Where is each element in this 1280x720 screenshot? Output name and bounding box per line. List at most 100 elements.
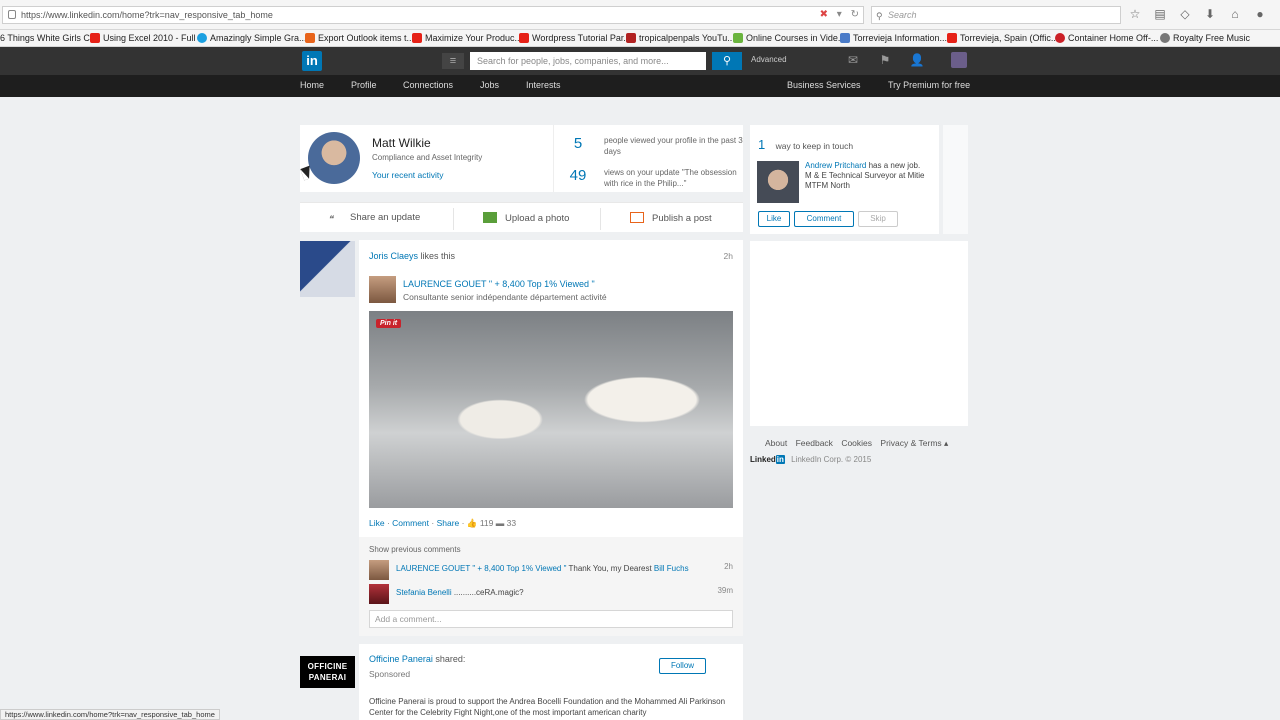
pinterest-icon [1055, 33, 1065, 43]
footer-feedback-link[interactable]: Feedback [796, 438, 833, 448]
bookmark-item[interactable]: Using Excel 2010 - Full ... [90, 32, 206, 45]
like-button[interactable]: Like [369, 518, 385, 528]
recent-activity-link[interactable]: Your recent activity [372, 170, 444, 180]
update-views-stat[interactable]: 49 views on your update "The obsession w… [566, 167, 742, 197]
follow-button[interactable]: Follow [659, 658, 706, 674]
likes-count[interactable]: 👍 119 [467, 518, 494, 528]
commenter-name[interactable]: Stefania Benelli [396, 588, 452, 597]
profile-name[interactable]: Matt Wilkie [372, 136, 431, 150]
browser-search-placeholder: Search [888, 10, 917, 20]
commenter-avatar[interactable] [369, 584, 389, 604]
comments-count[interactable]: ▬ 33 [496, 518, 516, 528]
tab-jobs[interactable]: Jobs [480, 80, 499, 90]
comment-button[interactable]: Comment [392, 518, 429, 528]
feed-header: Joris Claeys likes this [369, 251, 455, 261]
browser-search-box[interactable]: ⚲ Search [871, 6, 1121, 24]
footer-privacy-link[interactable]: Privacy & Terms ▴ [880, 438, 948, 448]
url-controls: ✖ ▾ ↻ [814, 7, 859, 23]
profile-photo[interactable] [308, 132, 360, 184]
update-views-count: 49 [569, 167, 587, 184]
chat-icon[interactable]: ● [1253, 7, 1267, 21]
footer-about-link[interactable]: About [765, 438, 787, 448]
pocket-icon[interactable]: ◇ [1178, 7, 1192, 21]
company-name-link[interactable]: Officine Panerai [369, 654, 433, 664]
bookmark-item[interactable]: Wordpress Tutorial Par... [519, 32, 631, 45]
post-author-link[interactable]: LAURENCE GOUET " + 8,400 Top 1% Viewed " [403, 279, 595, 289]
reload-icon[interactable]: ↻ [851, 9, 859, 20]
tab-home[interactable]: Home [300, 80, 324, 90]
bookmark-item[interactable]: Container Home Off-... [1055, 32, 1158, 45]
connection-avatar[interactable] [757, 161, 799, 203]
bookmark-item[interactable]: tropicalpenpals YouTu... [626, 32, 735, 45]
company-logo[interactable]: OFFICINE PANERAI [300, 656, 355, 688]
browser-status-bar: https://www.linkedin.com/home?trk=nav_re… [0, 709, 220, 720]
bookmark-item[interactable]: Torrevieja, Spain (Offic... [947, 32, 1058, 45]
sponsor-action: shared: [435, 654, 466, 664]
star-icon[interactable]: ☆ [1128, 7, 1142, 21]
mentioned-user[interactable]: Bill Fuchs [654, 564, 689, 573]
show-previous-comments-link[interactable]: Show previous comments [369, 545, 461, 554]
search-icon: ⚲ [876, 11, 883, 21]
account-avatar[interactable] [951, 52, 967, 68]
connection-name-link[interactable]: Andrew Pritchard [805, 161, 866, 170]
stop-icon[interactable]: ✖ [820, 9, 828, 20]
share-update-button[interactable]: ❝ Share an update [328, 212, 420, 225]
browser-toolbar-icons: ☆ ▤ ◇ ⬇ ⌂ ● ≡ [1128, 7, 1280, 21]
bookmark-item[interactable]: Torrevieja Information... [840, 32, 947, 45]
bookmark-item[interactable]: Maximize Your Produc... [412, 32, 522, 45]
messages-icon[interactable]: ✉ [845, 53, 861, 67]
search-button[interactable]: ⚲ [712, 52, 742, 70]
add-comment-input[interactable]: Add a comment... [369, 610, 733, 628]
post-image[interactable]: Pin it [369, 311, 733, 508]
linkedin-logo[interactable]: in [302, 51, 322, 71]
music-icon [1160, 33, 1170, 43]
comment-button[interactable]: Comment [794, 211, 854, 227]
comment-text: Stefania Benelli ..........ceRA.magic? [396, 588, 524, 597]
keep-in-touch-card: 1 way to keep in touch Andrew Pritchard … [750, 125, 939, 234]
profile-views-stat[interactable]: 5 people viewed your profile in the past… [566, 135, 743, 165]
bookmark-item[interactable]: Online Courses in Vide... [733, 32, 845, 45]
header-icons: ✉ ⚑ 👤 [845, 53, 925, 67]
connection-update: Andrew Pritchard has a new job. M & E Te… [805, 161, 925, 190]
bookmark-item[interactable]: Export Outlook items t... [305, 32, 414, 45]
pin-it-button[interactable]: Pin it [376, 319, 402, 328]
bookmarks-list-icon[interactable]: ▤ [1153, 7, 1167, 21]
dropdown-icon[interactable]: ▾ [837, 9, 842, 20]
try-premium-link[interactable]: Try Premium for free [888, 80, 970, 90]
footer-cookies-link[interactable]: Cookies [841, 438, 872, 448]
publish-post-button[interactable]: Publish a post [630, 212, 712, 224]
profile-summary-card: Matt Wilkie Compliance and Asset Integri… [300, 125, 743, 192]
add-connections-icon[interactable]: 👤 [909, 53, 925, 67]
like-button[interactable]: Like [758, 211, 790, 227]
bookmark-item[interactable]: 6 Things White Girls C... [0, 32, 97, 45]
comment-item: LAURENCE GOUET " + 8,400 Top 1% Viewed "… [369, 560, 733, 580]
address-bar[interactable]: https://www.linkedin.com/home?trk=nav_re… [2, 6, 864, 24]
share-button[interactable]: Share [437, 518, 460, 528]
notifications-flag-icon[interactable]: ⚑ [877, 53, 893, 67]
divider [453, 208, 454, 230]
site-icon [626, 33, 636, 43]
home-icon[interactable]: ⌂ [1228, 7, 1242, 21]
sponsor-header: Officine Panerai shared: [369, 654, 465, 664]
skip-button[interactable]: Skip [858, 211, 898, 227]
search-category-menu[interactable]: ≡ [442, 53, 464, 69]
partially-visible-card [943, 125, 968, 234]
actor-avatar[interactable] [300, 241, 355, 297]
bookmark-item[interactable]: Amazingly Simple Gra... [197, 32, 307, 45]
commenter-name[interactable]: LAURENCE GOUET " + 8,400 Top 1% Viewed " [396, 564, 566, 573]
advanced-search-link[interactable]: Advanced [751, 55, 787, 64]
site-icon [840, 33, 850, 43]
tab-profile[interactable]: Profile [351, 80, 377, 90]
commenter-avatar[interactable] [369, 560, 389, 580]
download-icon[interactable]: ⬇ [1203, 7, 1217, 21]
linkedin-footer-logo: Linkedin [750, 455, 785, 464]
upload-photo-button[interactable]: Upload a photo [483, 212, 569, 224]
main-search-input[interactable]: Search for people, jobs, companies, and … [470, 52, 706, 70]
actor-name-link[interactable]: Joris Claeys [369, 251, 418, 261]
tab-interests[interactable]: Interests [526, 80, 561, 90]
bookmark-item[interactable]: Royalty Free Music [1160, 32, 1250, 45]
business-services-link[interactable]: Business Services [787, 80, 861, 90]
tab-connections[interactable]: Connections [403, 80, 453, 90]
post-author-avatar[interactable] [369, 276, 396, 303]
udemy-icon [733, 33, 743, 43]
